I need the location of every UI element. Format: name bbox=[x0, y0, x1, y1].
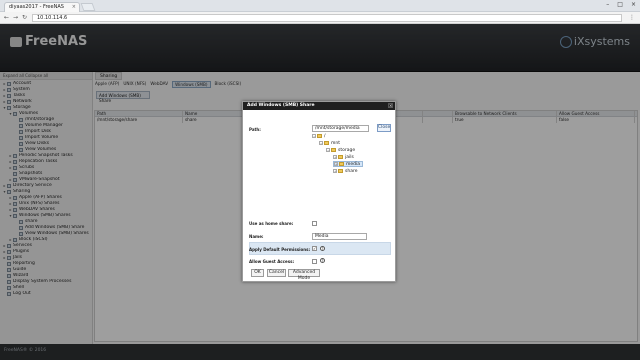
browser-tab[interactable]: diyaas2017 - FreeNAS × bbox=[4, 2, 80, 12]
expand-toggle-icon[interactable]: − bbox=[326, 148, 330, 152]
close-tree-button[interactable]: Close bbox=[377, 124, 391, 132]
reload-icon[interactable]: ↻ bbox=[22, 14, 27, 21]
folder-icon bbox=[338, 169, 343, 173]
close-window-icon[interactable]: × bbox=[631, 1, 636, 8]
help-icon[interactable]: ? bbox=[320, 258, 325, 263]
guest-access-checkbox[interactable] bbox=[312, 259, 317, 264]
folder-label: share bbox=[345, 168, 358, 174]
folder-label: storage bbox=[338, 147, 356, 153]
ok-button[interactable]: OK bbox=[251, 269, 264, 277]
new-tab-button[interactable] bbox=[80, 3, 96, 11]
expand-toggle-icon[interactable]: + bbox=[333, 169, 337, 173]
home-share-label: Use as home share: bbox=[249, 220, 294, 226]
expand-toggle-icon[interactable]: − bbox=[312, 134, 316, 138]
cancel-button[interactable]: Cancel bbox=[267, 269, 286, 277]
name-input[interactable]: Media bbox=[312, 233, 367, 240]
expand-toggle-icon[interactable]: + bbox=[333, 155, 337, 159]
path-label: Path: bbox=[249, 126, 261, 132]
address-bar-row: ← → ↻ 10.10.114.6 ⋮ bbox=[0, 12, 640, 24]
folder-label: / bbox=[324, 133, 326, 139]
guest-access-label: Allow Guest Access: bbox=[249, 258, 295, 264]
back-icon[interactable]: ← bbox=[4, 14, 9, 21]
maximize-icon[interactable]: □ bbox=[617, 1, 623, 8]
folder-icon bbox=[317, 134, 322, 138]
folder-node-mnt[interactable]: − mnt bbox=[319, 140, 340, 146]
close-tab-icon[interactable]: × bbox=[72, 4, 76, 10]
folder-icon bbox=[331, 148, 336, 152]
help-icon[interactable]: ? bbox=[320, 246, 325, 251]
folder-node-media[interactable]: + media bbox=[333, 161, 364, 167]
folder-label: mnt bbox=[331, 140, 340, 146]
expand-toggle-icon[interactable]: + bbox=[334, 162, 338, 166]
add-smb-share-dialog: Add Windows (SMB) Share × Path: /mnt/stor… bbox=[242, 101, 396, 282]
folder-node-jails[interactable]: + jails bbox=[333, 154, 354, 160]
tab-title: diyaas2017 - FreeNAS bbox=[9, 4, 64, 10]
window-controls: – □ × bbox=[606, 1, 636, 8]
folder-icon bbox=[324, 141, 329, 145]
folder-node-share[interactable]: + share bbox=[333, 168, 357, 174]
home-share-checkbox[interactable] bbox=[312, 221, 317, 226]
forward-icon[interactable]: → bbox=[13, 14, 18, 21]
minimize-icon[interactable]: – bbox=[606, 1, 609, 8]
expand-toggle-icon[interactable]: − bbox=[319, 141, 323, 145]
advanced-mode-button[interactable]: Advanced Mode bbox=[288, 269, 320, 281]
dialog-title-text: Add Windows (SMB) Share bbox=[247, 103, 315, 108]
close-icon[interactable]: × bbox=[388, 103, 393, 108]
menu-icon[interactable]: ⋮ bbox=[629, 14, 635, 21]
folder-node-storage[interactable]: − storage bbox=[326, 147, 355, 153]
folder-label: jails bbox=[345, 154, 354, 160]
name-label: Name: bbox=[249, 233, 264, 239]
folder-node-root[interactable]: − / bbox=[312, 133, 326, 139]
default-permissions-checkbox[interactable] bbox=[312, 246, 317, 251]
folder-tree: − / − mnt − storage + jails + media + share bbox=[312, 133, 391, 178]
folder-icon bbox=[338, 155, 343, 159]
folder-icon bbox=[339, 162, 344, 166]
url-input[interactable]: 10.10.114.6 bbox=[32, 14, 622, 22]
path-input[interactable]: /mnt/storage/media bbox=[312, 125, 369, 132]
browser-titlebar: diyaas2017 - FreeNAS × – □ × bbox=[0, 0, 640, 12]
default-permissions-label: Apply Default Permissions: bbox=[249, 246, 311, 252]
folder-label: media bbox=[346, 161, 361, 167]
dialog-title: Add Windows (SMB) Share × bbox=[243, 102, 395, 110]
